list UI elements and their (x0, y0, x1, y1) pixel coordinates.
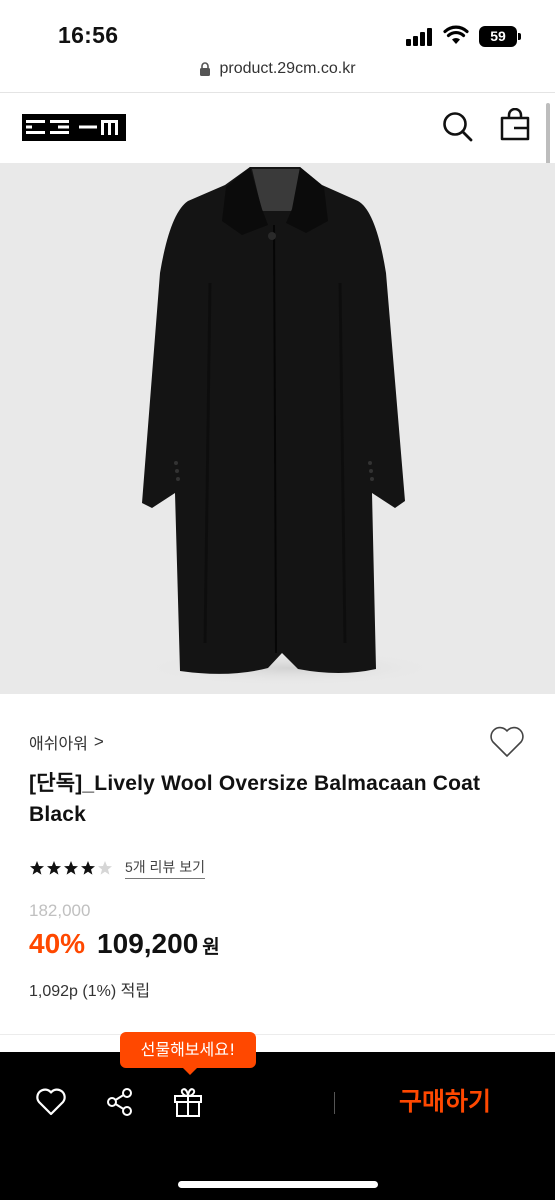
reward-points: 1,092p (1%) 적립 (29, 983, 151, 1000)
shopping-bag-icon[interactable] (498, 108, 532, 142)
star-filled-icon (47, 861, 61, 875)
product-title: [단독]_Lively Wool Oversize Balmacaan Coat… (29, 772, 481, 826)
star-filled-icon (30, 861, 44, 875)
star-empty-icon (98, 861, 112, 875)
bottom-action-bar: 구매하기 (0, 1052, 555, 1200)
star-filled-icon (81, 861, 95, 875)
browser-url-bar[interactable]: product.29cm.co.kr (0, 58, 555, 92)
brand-name: 애쉬아워 (29, 736, 88, 753)
battery-indicator: 59 (479, 26, 517, 47)
sale-price: 109,200 (97, 928, 199, 959)
coat-image (140, 167, 440, 686)
tooltip-arrow (182, 1067, 198, 1075)
share-icon[interactable] (103, 1085, 137, 1119)
29cm-logo-icon[interactable] (22, 114, 126, 141)
wifi-icon (443, 25, 469, 44)
review-link[interactable]: 5개 리뷰 보기 (125, 857, 205, 879)
site-header (0, 93, 555, 163)
chevron-right-icon: > (93, 732, 104, 751)
cellular-signal-icon (406, 28, 436, 46)
currency: 원 (202, 937, 220, 958)
status-bar: 16:56 59 (0, 0, 555, 58)
brand-link[interactable]: 애쉬아워 > (29, 730, 104, 754)
search-icon[interactable] (440, 109, 474, 143)
lock-icon (200, 62, 211, 76)
discount-rate: 40% (29, 928, 86, 959)
gift-icon[interactable] (171, 1085, 205, 1119)
product-image[interactable] (0, 163, 555, 694)
heart-icon[interactable] (34, 1085, 68, 1119)
home-indicator[interactable] (178, 1181, 378, 1188)
heart-outline-icon[interactable] (487, 722, 527, 762)
price-row: 40% 109,200 원 (29, 928, 220, 960)
rating: 5개 리뷰 보기 (29, 857, 205, 879)
gift-tooltip[interactable]: 선물해보세요! (120, 1032, 256, 1068)
url-text: product.29cm.co.kr (219, 60, 356, 77)
original-price: 182,000 (29, 901, 91, 920)
rating-stars (29, 860, 113, 876)
battery-tip (518, 33, 521, 40)
star-filled-icon (64, 861, 78, 875)
divider (334, 1092, 335, 1114)
divider (0, 1034, 555, 1035)
status-time: 16:56 (58, 22, 119, 48)
buy-button[interactable]: 구매하기 (360, 1078, 530, 1126)
